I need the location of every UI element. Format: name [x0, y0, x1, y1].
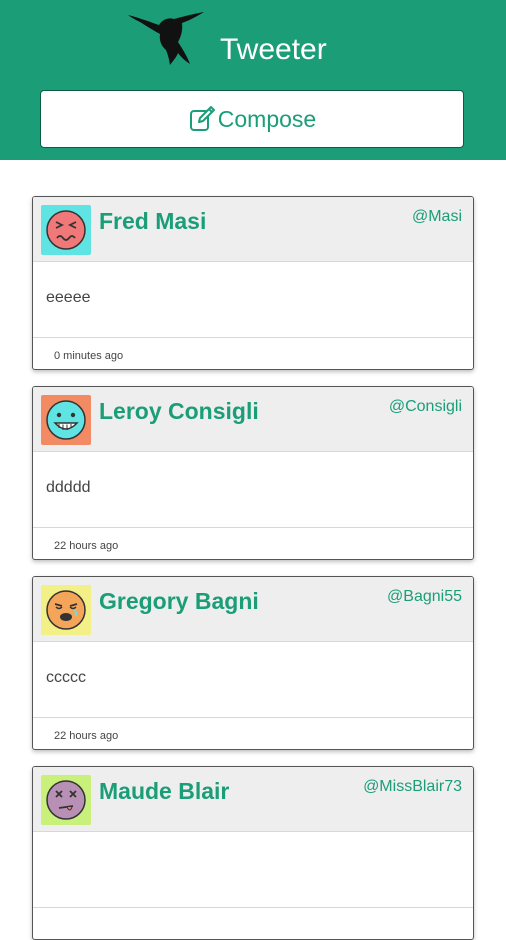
tweet-author-handle: @Consigli: [388, 398, 462, 415]
tweet-author-name: Leroy Consigli: [99, 398, 259, 424]
tweet-text: ddddd: [46, 479, 91, 496]
tweet-text: eeeee: [46, 289, 91, 306]
tweet-author-name: Maude Blair: [99, 778, 230, 804]
compose-button[interactable]: Compose: [40, 90, 464, 148]
tweet-footer: 0 minutes ago: [33, 337, 473, 369]
tweet-author-handle: @Masi: [411, 208, 462, 225]
edit-icon: [189, 106, 215, 131]
avatar: [41, 585, 91, 635]
tweet-footer: 22 hours ago: [33, 717, 473, 749]
tweet-header: Maude Blair @MissBlair73: [33, 767, 473, 832]
tweet-card: Maude Blair @MissBlair73: [32, 766, 474, 940]
avatar: [41, 205, 91, 255]
tweet-card: Fred Masi @Masi eeeee 0 minutes ago: [32, 196, 474, 370]
tweet-footer: 22 hours ago: [33, 527, 473, 559]
tweet-text: ccccc: [46, 669, 86, 686]
tweet-header: Gregory Bagni @Bagni55: [33, 577, 473, 642]
tweet-card: Leroy Consigli @Consigli ddddd 22 hours …: [32, 386, 474, 560]
tweet-author-name: Gregory Bagni: [99, 588, 259, 614]
avatar: [41, 775, 91, 825]
tweet-author-handle: @MissBlair73: [363, 778, 462, 795]
app-header: Tweeter Compose: [0, 0, 506, 160]
tweet-timestamp: 22 hours ago: [54, 730, 119, 742]
dizzy-face-avatar: [41, 775, 91, 825]
tweet-author-name: Fred Masi: [99, 208, 207, 234]
tweet-header: Fred Masi @Masi: [33, 197, 473, 262]
tweet-timestamp: 22 hours ago: [54, 540, 119, 552]
confounded-face-avatar: [41, 205, 91, 255]
tweet-timestamp: 0 minutes ago: [54, 350, 124, 362]
grinning-face-avatar: [41, 395, 91, 445]
brand: Tweeter: [0, 0, 506, 90]
tired-face-avatar: [41, 585, 91, 635]
tweet-card: Gregory Bagni @Bagni55 ccccc 22 hours ag…: [32, 576, 474, 750]
tweet-header: Leroy Consigli @Consigli: [33, 387, 473, 452]
compose-label: Compose: [217, 106, 317, 132]
hummingbird-icon: [126, 10, 206, 66]
tweet-author-handle: @Bagni55: [387, 588, 462, 605]
app-title: Tweeter: [220, 33, 327, 66]
tweet-footer: [33, 907, 473, 939]
avatar: [41, 395, 91, 445]
